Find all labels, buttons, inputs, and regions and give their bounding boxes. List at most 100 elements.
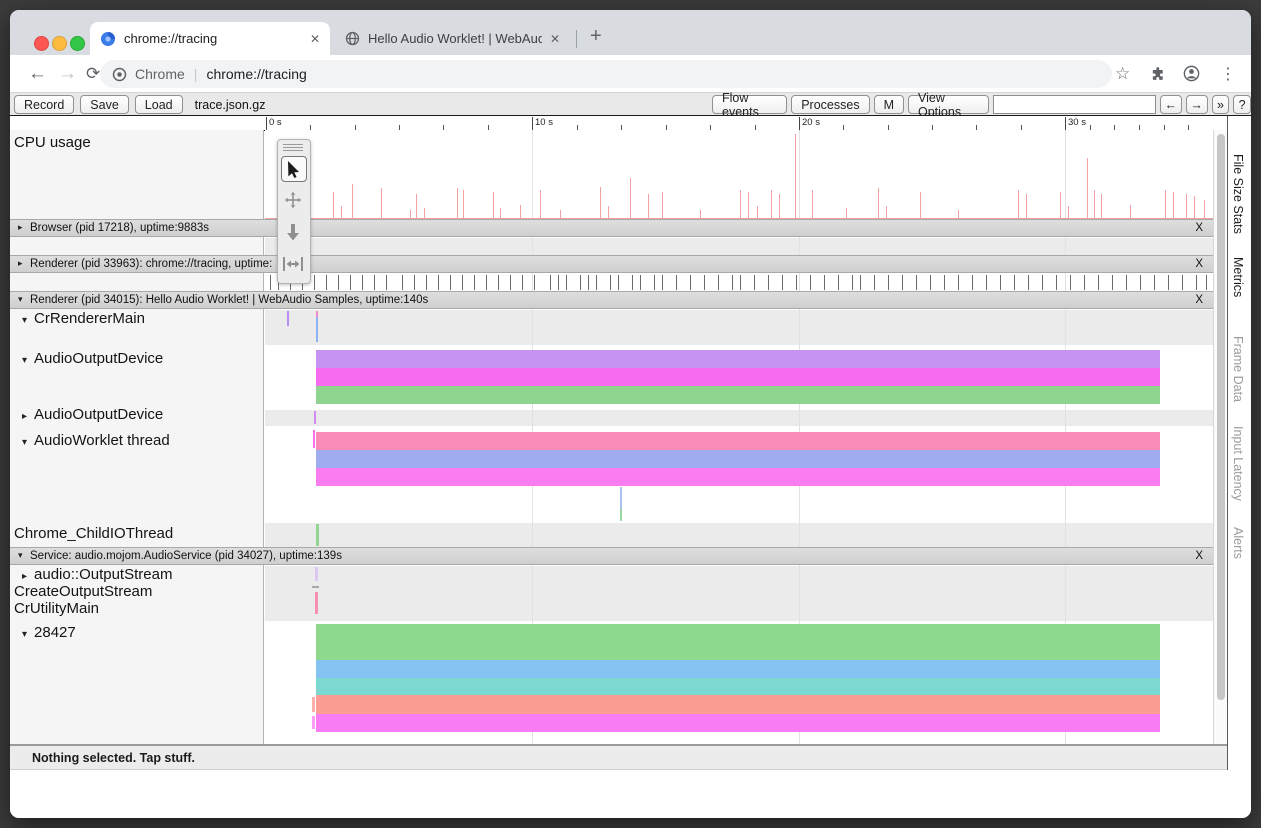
- processes-button[interactable]: Processes: [791, 95, 869, 114]
- url-text: chrome://tracing: [206, 66, 306, 82]
- section-close-button[interactable]: X: [1195, 222, 1203, 234]
- thread-label-text: AudioWorklet thread: [34, 432, 170, 449]
- section-close-button[interactable]: X: [1195, 258, 1203, 270]
- load-button[interactable]: Load: [135, 95, 183, 114]
- triangle-down-icon[interactable]: ▾: [22, 437, 27, 448]
- drawer-tab-metrics[interactable]: Metrics: [1231, 257, 1245, 297]
- new-tab-button[interactable]: +: [590, 26, 602, 46]
- move-arrows-icon: [284, 191, 302, 209]
- tab-strip: chrome://tracing ✕ Hello Audio Worklet! …: [10, 10, 1251, 55]
- extensions-puzzle-icon[interactable]: [1150, 55, 1167, 92]
- triangle-right-icon[interactable]: ▸: [22, 411, 27, 422]
- globe-icon: [345, 31, 360, 46]
- timeline-ruler: [10, 116, 1227, 131]
- selection-tool-button[interactable]: [281, 156, 307, 182]
- metrics-button[interactable]: M: [874, 95, 904, 114]
- triangle-right-icon[interactable]: ▸: [18, 222, 23, 233]
- trace-filename: trace.json.gz: [195, 98, 266, 112]
- triangle-right-icon[interactable]: ▸: [22, 571, 27, 582]
- horizontal-range-icon: [283, 257, 303, 271]
- process-section-header[interactable]: ▾ Renderer (pid 34015): Hello Audio Workl…: [10, 291, 1213, 309]
- close-window-button[interactable]: [34, 36, 49, 51]
- tab-title: Hello Audio Worklet! | WebAud: [368, 31, 542, 46]
- thread-label-text: Chrome_ChildIOThread: [14, 525, 173, 542]
- thread-label-text: audio::OutputStream: [34, 566, 172, 583]
- thread-label[interactable]: CrUtilityMain: [14, 600, 99, 617]
- thread-label[interactable]: Chrome_ChildIOThread: [14, 525, 173, 542]
- omnibox[interactable]: Chrome | chrome://tracing: [100, 60, 1112, 88]
- chrome-badge-icon: [112, 67, 127, 82]
- record-button[interactable]: Record: [14, 95, 74, 114]
- thread-label-text: AudioOutputDevice: [34, 350, 163, 367]
- process-section-header[interactable]: ▸ Renderer (pid 33963): chrome://tracing,…: [10, 255, 1213, 273]
- vertical-scrollbar: [1213, 130, 1227, 744]
- view-options-button[interactable]: View Options: [908, 95, 989, 114]
- pan-tool-button[interactable]: [281, 188, 305, 212]
- tab-webaudio[interactable]: Hello Audio Worklet! | WebAud ✕: [335, 22, 570, 55]
- section-title: Renderer (pid 34015): Hello Audio Workle…: [30, 294, 1190, 306]
- zoom-window-button[interactable]: [70, 36, 85, 51]
- thread-label[interactable]: ▾ 28427: [22, 624, 76, 641]
- site-label: Chrome: [135, 66, 185, 82]
- thread-label[interactable]: ▾ AudioWorklet thread: [22, 432, 170, 449]
- thread-label[interactable]: ▸AudioOutputDevice: [22, 406, 163, 423]
- forward-icon[interactable]: →: [58, 55, 77, 92]
- section-close-button[interactable]: X: [1195, 294, 1203, 306]
- analysis-panel: [10, 770, 1251, 818]
- address-bar: ← → ⟳ Chrome | chrome://tracing ☆ ⋮: [10, 55, 1251, 92]
- thread-label[interactable]: ▾ CrRendererMain: [22, 310, 145, 327]
- tracing-favicon-icon: [100, 31, 116, 47]
- thread-label-text: CrUtilityMain: [14, 600, 99, 617]
- triangle-right-icon[interactable]: ▸: [18, 258, 23, 269]
- tab-separator: [576, 30, 577, 48]
- drawer-tab-frame-data[interactable]: Frame Data: [1231, 336, 1245, 402]
- find-previous-button[interactable]: ←: [1160, 95, 1182, 114]
- analysis-bar: Nothing selected. Tap stuff.: [10, 744, 1227, 770]
- palette-grip[interactable]: [283, 144, 303, 152]
- thread-label-text: CrRendererMain: [34, 310, 145, 327]
- process-section-header[interactable]: ▾ Service: audio.mojom.AudioService (pid …: [10, 547, 1213, 565]
- menu-dots-icon[interactable]: ⋮: [1220, 55, 1236, 92]
- process-section-header[interactable]: ▸ Browser (pid 17218), uptime:9883s X: [10, 219, 1213, 237]
- bookmark-star-icon[interactable]: ☆: [1115, 55, 1130, 92]
- triangle-down-icon[interactable]: ▾: [22, 629, 27, 640]
- selection-status-text: Nothing selected. Tap stuff.: [32, 751, 195, 765]
- side-drawer: File Size Stats Metrics Frame Data Input…: [1227, 116, 1251, 810]
- section-title: Renderer (pid 33963): chrome://tracing, …: [30, 258, 1190, 270]
- section-title: Service: audio.mojom.AudioService (pid 3…: [30, 550, 1190, 562]
- help-button[interactable]: ?: [1233, 95, 1251, 114]
- profile-avatar-icon[interactable]: [1182, 55, 1201, 92]
- thread-label[interactable]: ▸ audio::OutputStream: [22, 566, 172, 583]
- vertical-arrow-icon: [286, 223, 300, 241]
- tool-palette: [277, 139, 311, 284]
- thread-label[interactable]: CreateOutputStream: [14, 583, 152, 600]
- flow-events-button[interactable]: Flow events: [712, 95, 787, 114]
- scrollbar-thumb[interactable]: [1217, 134, 1225, 700]
- drawer-tab-input-latency[interactable]: Input Latency: [1231, 426, 1245, 501]
- drawer-tab-alerts[interactable]: Alerts: [1231, 527, 1245, 559]
- more-tools-button[interactable]: »: [1212, 95, 1230, 114]
- tab-close-icon[interactable]: ✕: [550, 32, 560, 46]
- thread-label-text: 28427: [34, 624, 76, 641]
- find-next-button[interactable]: →: [1186, 95, 1208, 114]
- timing-tool-button[interactable]: [281, 252, 305, 276]
- omnibox-separator: |: [194, 66, 198, 82]
- triangle-down-icon[interactable]: ▾: [22, 315, 27, 326]
- reload-icon[interactable]: ⟳: [86, 55, 100, 92]
- back-icon[interactable]: ←: [28, 55, 47, 92]
- zoom-tool-button[interactable]: [281, 220, 305, 244]
- section-title: Browser (pid 17218), uptime:9883s: [30, 222, 1190, 234]
- save-button[interactable]: Save: [80, 95, 129, 114]
- triangle-down-icon[interactable]: ▾: [22, 355, 27, 366]
- tab-tracing[interactable]: chrome://tracing ✕: [90, 22, 330, 55]
- minimize-window-button[interactable]: [52, 36, 67, 51]
- cursor-arrow-icon: [287, 161, 302, 178]
- tab-close-icon[interactable]: ✕: [310, 32, 320, 46]
- browser-window: chrome://tracing ✕ Hello Audio Worklet! …: [10, 10, 1251, 818]
- drawer-tab-file-size-stats[interactable]: File Size Stats: [1231, 154, 1245, 234]
- section-close-button[interactable]: X: [1195, 550, 1203, 562]
- triangle-down-icon[interactable]: ▾: [18, 294, 23, 305]
- triangle-down-icon[interactable]: ▾: [18, 550, 23, 561]
- find-input[interactable]: [993, 95, 1156, 114]
- thread-label[interactable]: ▾ AudioOutputDevice: [22, 350, 163, 367]
